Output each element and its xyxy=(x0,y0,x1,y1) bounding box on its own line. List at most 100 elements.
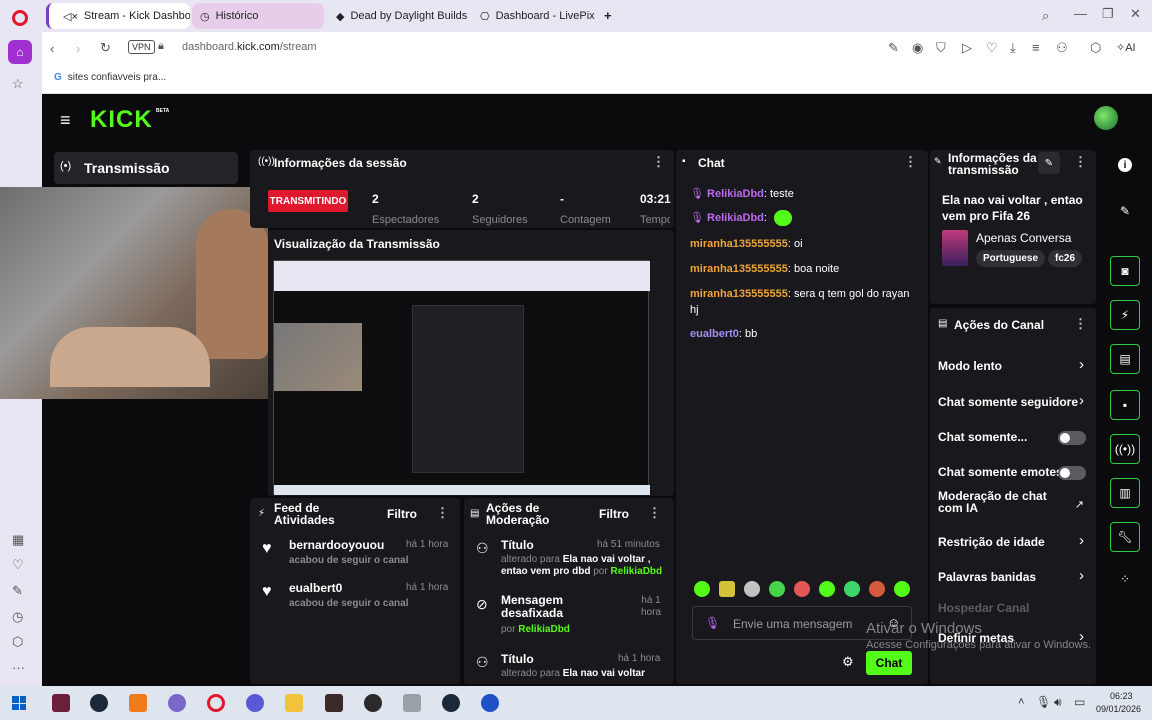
mod-filter-button[interactable]: Filtro xyxy=(599,507,629,521)
emote-icon[interactable] xyxy=(694,581,710,597)
avatar[interactable] xyxy=(1094,106,1118,130)
volume-icon[interactable]: 🔊︎ xyxy=(1054,695,1062,710)
action-age-restriction[interactable]: Restrição de idade › xyxy=(930,528,1096,556)
tray-chevron-icon[interactable]: ˄ xyxy=(1018,696,1024,708)
bookmark-item[interactable]: G sites confiavveis pra... xyxy=(54,72,166,83)
edit-icon[interactable]: ✎ xyxy=(12,583,23,599)
activity-user[interactable]: bernardooyouou xyxy=(289,538,384,552)
mic-icon[interactable]: 🎙︎ xyxy=(1036,695,1051,709)
search-icon[interactable]: ⌕ xyxy=(1042,8,1049,24)
more-icon[interactable]: ⋮ xyxy=(648,505,661,521)
emote-icon[interactable] xyxy=(844,581,860,597)
chat-username[interactable]: eualbert0 xyxy=(690,328,739,340)
tab-historico[interactable]: ◷ Histórico xyxy=(192,3,324,29)
edit-stream-info-button[interactable]: ✎ xyxy=(1038,152,1060,174)
heart-icon[interactable]: ♡ xyxy=(12,557,24,573)
tab-livepix[interactable]: ⎔ Dashboard - LivePix xyxy=(472,3,596,29)
action-set-goals[interactable]: Definir metas › xyxy=(930,624,1096,652)
windows-start-icon[interactable] xyxy=(12,696,26,710)
emote-icon[interactable] xyxy=(769,581,785,597)
mod-user[interactable]: RelikiaDbd xyxy=(610,566,662,577)
kick-logo[interactable]: KICK xyxy=(90,106,153,134)
chat-input-box[interactable]: 🎙︎ Envie uma mensagem ☺ xyxy=(692,606,912,640)
emoji-picker-icon[interactable]: ☺ xyxy=(887,615,900,630)
category-name[interactable]: Apenas Conversa xyxy=(976,231,1071,245)
app-icon[interactable] xyxy=(129,694,147,712)
nav-item-transmission[interactable]: (•) Transmissão xyxy=(54,152,238,184)
apps-icon[interactable]: ▦ xyxy=(12,532,24,548)
chat-username[interactable]: miranha135555555 xyxy=(690,288,788,300)
tab-dbd-builds[interactable]: ◆ Dead by Daylight Builds xyxy=(328,3,472,29)
close-icon[interactable]: ✕ xyxy=(1130,6,1141,22)
broadcast-tool-button[interactable]: ((•)) xyxy=(1110,434,1140,464)
profile-icon[interactable]: ⚇ xyxy=(1056,40,1068,56)
heart-icon[interactable]: ♡ xyxy=(986,40,998,56)
chat-tool-button[interactable]: ▪ xyxy=(1110,390,1140,420)
emote-icon[interactable] xyxy=(894,581,910,597)
app-icon[interactable] xyxy=(364,694,382,712)
webcam-overlay[interactable] xyxy=(0,187,268,399)
emotes-only-toggle[interactable] xyxy=(1058,466,1086,480)
tab-kick[interactable]: ◁× Stream - Kick Dashbo xyxy=(46,3,190,29)
opera-logo-icon[interactable] xyxy=(12,10,28,26)
info-icon[interactable]: i xyxy=(1118,158,1132,172)
pin-icon[interactable]: ☆ xyxy=(12,76,24,92)
taskbar-date[interactable]: 09/01/2026 xyxy=(1096,704,1141,714)
action-banned-words[interactable]: Palavras banidas › xyxy=(930,563,1096,591)
kick-app-icon[interactable] xyxy=(52,694,70,712)
preview-video[interactable] xyxy=(273,260,650,495)
more-icon[interactable]: ⋮ xyxy=(652,154,665,170)
steam-icon[interactable] xyxy=(90,694,108,712)
lightning-tool-button[interactable]: ⚡︎ xyxy=(1110,300,1140,330)
send-chat-button[interactable]: Chat xyxy=(866,651,912,675)
history-icon[interactable]: ◷ xyxy=(12,609,23,625)
emote-icon[interactable] xyxy=(819,581,835,597)
opera-icon[interactable] xyxy=(207,694,225,712)
back-icon[interactable]: ‹ xyxy=(50,41,54,56)
more-icon[interactable]: ··· xyxy=(12,660,25,675)
chat-username[interactable]: miranha135555555 xyxy=(690,263,788,275)
mute-icon[interactable]: ◁× xyxy=(63,10,78,23)
notes-tool-button[interactable]: ▤ xyxy=(1110,344,1140,374)
extensions-tool-button[interactable]: ⁘ xyxy=(1110,564,1140,594)
steam-icon[interactable] xyxy=(442,694,460,712)
settings-icon[interactable]: ⚙ xyxy=(842,654,854,670)
game-icon[interactable] xyxy=(325,694,343,712)
restore-icon[interactable]: ❐ xyxy=(1102,6,1114,22)
more-icon[interactable]: ⋮ xyxy=(1074,316,1087,332)
forward-icon[interactable]: › xyxy=(76,41,80,56)
action-ai-moderation[interactable]: Moderação de chat com IA ↗ xyxy=(930,488,1096,522)
app-icon[interactable] xyxy=(168,694,186,712)
minimize-icon[interactable]: — xyxy=(1074,6,1087,21)
emote-icon[interactable] xyxy=(719,581,735,597)
hamburger-icon[interactable]: ≡ xyxy=(60,110,71,131)
edit-tool-button[interactable]: ✎ xyxy=(1110,196,1140,226)
action-followers-only[interactable]: Chat somente seguidore › xyxy=(930,388,1096,416)
emote-icon[interactable] xyxy=(744,581,760,597)
mod-user[interactable]: RelikiaDbd xyxy=(518,624,570,635)
workspace-icon[interactable]: ⌂ xyxy=(8,40,32,64)
more-icon[interactable]: ⋮ xyxy=(1074,154,1087,170)
ai-button[interactable]: ✧AI xyxy=(1116,41,1136,54)
activity-filter-button[interactable]: Filtro xyxy=(387,507,417,521)
download-icon[interactable]: ⤓ xyxy=(1010,40,1016,56)
reload-icon[interactable]: ↻ xyxy=(100,40,111,56)
app-icon[interactable] xyxy=(403,694,421,712)
activity-user[interactable]: eualbert0 xyxy=(289,581,342,595)
emote-icon[interactable] xyxy=(794,581,810,597)
action-slow-mode[interactable]: Modo lento › xyxy=(930,352,1096,380)
camera-tool-button[interactable]: ◙ xyxy=(1110,256,1140,286)
ea-icon[interactable] xyxy=(481,694,499,712)
chat-username[interactable]: RelikiaDbd xyxy=(707,188,764,200)
network-icon[interactable]: ▭ xyxy=(1074,695,1085,709)
taskbar-time[interactable]: 06:23 xyxy=(1110,691,1133,701)
tag-badge[interactable]: Portuguese xyxy=(976,250,1046,267)
emote-icon[interactable] xyxy=(869,581,885,597)
camera-icon[interactable]: ◉ xyxy=(912,40,923,56)
wrench-tool-button[interactable]: 🔧︎ xyxy=(1110,522,1140,552)
tag-badge[interactable]: fc26 xyxy=(1048,250,1083,267)
plus-icon[interactable]: + xyxy=(604,8,612,23)
vpn-badge[interactable]: VPN xyxy=(128,40,155,54)
shield-icon[interactable]: ⛉ xyxy=(936,40,946,56)
edit-page-icon[interactable]: ✎ xyxy=(888,40,899,56)
